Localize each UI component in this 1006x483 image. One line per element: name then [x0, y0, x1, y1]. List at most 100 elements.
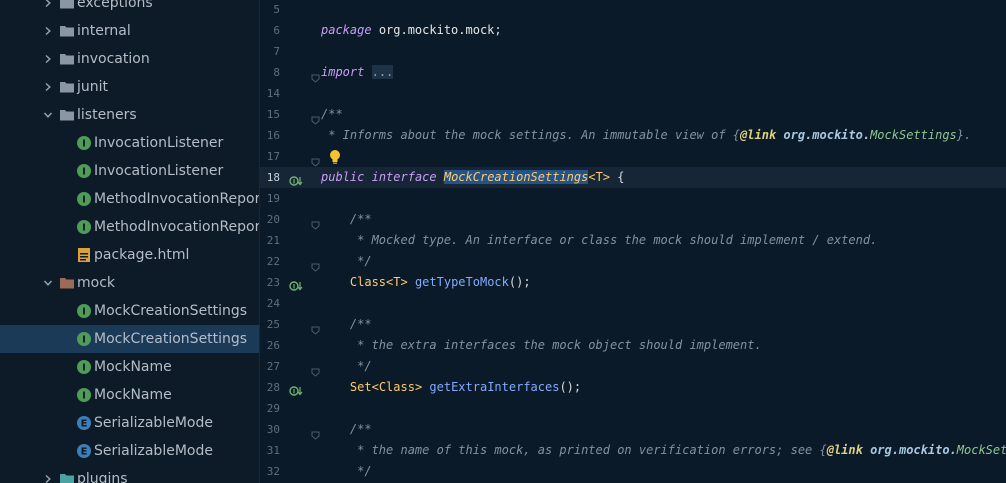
code-line[interactable]: */ [321, 356, 371, 377]
code-line[interactable]: */ [321, 461, 371, 482]
chevron-right-icon[interactable] [41, 472, 55, 483]
interface-icon: I [76, 191, 92, 207]
svg-text:E: E [81, 447, 88, 458]
tree-item[interactable]: I MockName [0, 353, 259, 381]
tree-item-label: internal [77, 23, 131, 39]
implemented-gutter-icon[interactable]: I [289, 172, 303, 186]
fold-icon[interactable] [311, 362, 320, 377]
tree-item[interactable]: mock [0, 269, 259, 297]
tree-item[interactable]: I InvocationListener [0, 129, 259, 157]
selected-token: MockCreationSettings [443, 170, 589, 184]
code-line[interactable]: public interface MockCreationSettings<T>… [321, 167, 625, 188]
code-line[interactable]: Class<T> getTypeToMock(); [321, 272, 531, 293]
fold-icon[interactable] [311, 68, 320, 83]
line-number: 5 [273, 3, 280, 16]
code-token: import [321, 65, 365, 79]
lightbulb-icon[interactable] [328, 149, 342, 169]
folder-icon [59, 51, 75, 67]
fold-icon[interactable] [311, 152, 320, 167]
code-line[interactable]: */ [321, 251, 371, 272]
code-editor[interactable]: 5 6 package org.mockito.mock; 7 8 import ... 1… [260, 0, 1006, 483]
svg-text:I: I [82, 167, 86, 178]
line-number: 27 [266, 360, 280, 373]
tree-item[interactable]: junit [0, 73, 259, 101]
chevron-down-icon[interactable] [41, 276, 55, 290]
fold-icon[interactable] [311, 257, 320, 272]
code-token: package [321, 23, 372, 37]
chevron-right-icon[interactable] [41, 0, 55, 10]
code-token: /** [321, 107, 343, 121]
project-tree: exceptions internal invocation junit listene… [0, 0, 260, 483]
code-token: (); [508, 275, 531, 289]
code-token: org.mockito.mock [378, 23, 495, 37]
line-number: 16 [266, 129, 280, 142]
tree-item[interactable]: package.html [0, 241, 259, 269]
chevron-right-icon[interactable] [41, 52, 55, 66]
enum-icon: E [76, 415, 92, 431]
tree-item[interactable]: E SerializableMode [0, 409, 259, 437]
tree-item[interactable]: I MethodInvocationReport [0, 185, 259, 213]
code-token: * Mocked type. An interface or class the… [321, 233, 878, 247]
code-token: MockSettings [870, 128, 957, 142]
tree-item[interactable]: invocation [0, 45, 259, 73]
tree-item[interactable]: E SerializableMode [0, 437, 259, 465]
line-number: 31 [266, 444, 280, 457]
enum-icon: E [76, 443, 92, 459]
code-line[interactable]: * the extra interfaces the mock object s… [321, 335, 762, 356]
tree-item[interactable]: I MockCreationSettings [0, 297, 259, 325]
tree-item-label: SerializableMode [94, 443, 213, 459]
fold-icon[interactable] [311, 110, 320, 125]
tree-item-label: MethodInvocationReport [94, 219, 260, 235]
chevron-right-icon[interactable] [41, 24, 55, 38]
code-line[interactable]: import ... [321, 62, 394, 83]
fold-icon[interactable] [311, 215, 320, 230]
code-token: getTypeToMock [414, 275, 509, 289]
tree-item[interactable]: plugins [0, 465, 259, 483]
tree-item-label: SerializableMode [94, 415, 213, 431]
line-number: 25 [266, 318, 280, 331]
folder-icon [59, 79, 75, 95]
fold-icon[interactable] [311, 320, 320, 335]
code-token: <Class> [371, 380, 423, 394]
code-token: getExtraInterfaces [429, 380, 560, 394]
svg-text:E: E [81, 419, 88, 430]
code-line[interactable]: package org.mockito.mock; [321, 20, 502, 41]
fold-icon[interactable] [311, 425, 320, 440]
tree-item[interactable]: I MockCreationSettings [0, 325, 259, 353]
code-line[interactable]: * Mocked type. An interface or class the… [321, 230, 877, 251]
implemented-gutter-icon[interactable]: I [289, 277, 303, 291]
code-token: public [321, 170, 365, 184]
interface-icon: I [76, 303, 92, 319]
code-line[interactable]: /** [321, 419, 372, 440]
chevron-down-icon[interactable] [41, 108, 55, 122]
tree-item[interactable]: I InvocationListener [0, 157, 259, 185]
line-number: 6 [273, 24, 280, 37]
code-token: /** [321, 422, 372, 436]
tree-item-label: MockCreationSettings [94, 331, 248, 347]
code-line[interactable]: Set<Class> getExtraInterfaces(); [321, 377, 581, 398]
tree-item[interactable]: listeners [0, 101, 259, 129]
code-line[interactable]: * Informs about the mock settings. An im… [321, 125, 971, 146]
code-line[interactable]: * the name of this mock, as printed on v… [321, 440, 1006, 461]
chevron-right-icon[interactable] [41, 80, 55, 94]
interface-icon: I [76, 387, 92, 403]
code-line[interactable]: /** [321, 209, 372, 230]
tree-item[interactable]: internal [0, 17, 259, 45]
tree-item[interactable]: I MockName [0, 381, 259, 409]
code-token: Set [349, 380, 372, 394]
code-line[interactable]: /** [321, 104, 343, 125]
tree-item[interactable]: I MethodInvocationReport [0, 213, 259, 241]
tree-item-label: MethodInvocationReport [94, 191, 260, 207]
code-line[interactable]: /** [321, 314, 372, 335]
line-number: 19 [266, 192, 280, 205]
svg-text:I: I [82, 139, 86, 150]
code-token: (); [559, 380, 582, 394]
tree-item-label: mock [77, 275, 116, 291]
implemented-gutter-icon[interactable]: I [289, 382, 303, 396]
folded-imports[interactable]: ... [371, 65, 394, 79]
tree-item[interactable]: exceptions [0, 0, 259, 17]
